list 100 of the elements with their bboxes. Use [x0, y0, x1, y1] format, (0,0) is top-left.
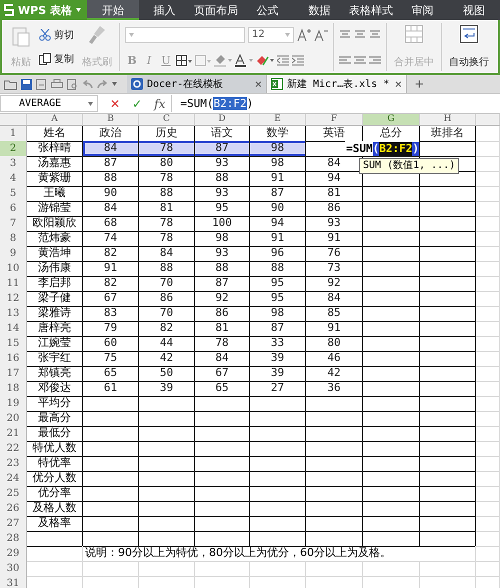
row-header[interactable]: 19 [0, 396, 27, 412]
row-header[interactable]: 16 [0, 351, 27, 367]
row-header[interactable]: 7 [0, 216, 27, 232]
row-header[interactable]: 10 [0, 261, 27, 277]
table-cell [306, 426, 363, 442]
border-icon[interactable] [176, 54, 192, 67]
row-header[interactable]: 18 [0, 381, 27, 397]
cell-style-icon[interactable] [195, 54, 211, 67]
menu-tab[interactable]: 表格样式 [345, 0, 397, 20]
app-menu-button[interactable]: WPS 表格 [0, 0, 87, 20]
caret-icon[interactable] [88, 102, 93, 106]
align-text-icon[interactable] [369, 30, 381, 38]
row-header[interactable]: 4 [0, 171, 27, 187]
table-cell: 79 [83, 321, 139, 337]
name-box[interactable]: AVERAGE [0, 95, 98, 112]
new-tab-button[interactable]: + [407, 75, 432, 93]
row-header[interactable]: 2 [0, 141, 27, 157]
column-header[interactable]: A [27, 114, 83, 125]
row-header[interactable]: 5 [0, 186, 27, 202]
table-cell [363, 471, 420, 487]
column-header[interactable]: G [363, 114, 420, 125]
row-header[interactable]: 13 [0, 306, 27, 322]
table-cell [420, 216, 476, 232]
cancel-button[interactable]: ✕ [104, 96, 126, 110]
increase-indent-icon[interactable] [292, 55, 304, 66]
align-center-icon[interactable] [354, 56, 366, 64]
menu-tab[interactable]: 公式 [242, 0, 294, 20]
row-header[interactable]: 12 [0, 291, 27, 307]
close-tab-button[interactable]: × [394, 77, 402, 91]
export-icon[interactable] [36, 78, 47, 90]
row-header[interactable]: 24 [0, 471, 27, 487]
table-cell [363, 531, 420, 547]
redo-icon[interactable] [97, 80, 108, 88]
menu-tab[interactable]: 数据 [294, 0, 346, 20]
column-header[interactable]: B [83, 114, 139, 125]
row-header[interactable]: 14 [0, 321, 27, 337]
table-cell: 46 [306, 351, 363, 367]
document-tab[interactable]: Docer-在线模板 × [127, 75, 267, 93]
fill-color-icon[interactable] [214, 54, 232, 68]
align-text-icon[interactable] [354, 30, 366, 38]
column-header[interactable]: E [250, 114, 306, 125]
caret-icon[interactable] [76, 8, 81, 12]
align-text-icon[interactable] [339, 30, 351, 38]
row-header[interactable]: 21 [0, 426, 27, 442]
row-header[interactable]: 29 [0, 546, 27, 562]
menu-tab[interactable]: 审阅 [396, 0, 448, 20]
confirm-button[interactable]: ✓ [126, 96, 148, 110]
menu-tab[interactable]: 视图 [448, 0, 500, 20]
wrap-text-button[interactable]: 自动换行 [447, 23, 491, 71]
cut-button[interactable]: 剪切 [37, 28, 76, 42]
shrink-font-icon[interactable] [314, 28, 328, 42]
column-header[interactable]: H [420, 114, 476, 125]
clear-format-icon[interactable] [256, 54, 274, 68]
grow-font-icon[interactable] [297, 28, 311, 42]
row-header[interactable]: 11 [0, 276, 27, 292]
print-icon[interactable] [51, 78, 63, 90]
formula-field[interactable]: =SUM(B2:F2) [171, 95, 500, 112]
font-size-field[interactable]: 12 [248, 26, 294, 43]
row-header[interactable]: 22 [0, 441, 27, 457]
column-header[interactable]: D [195, 114, 250, 125]
table-cell [250, 396, 306, 412]
menu-tab[interactable]: 页面布局 [190, 0, 242, 20]
row-header[interactable]: 1 [0, 126, 27, 142]
preview-icon[interactable] [67, 78, 78, 90]
align-left-icon[interactable] [339, 56, 351, 64]
row-header[interactable]: 30 [0, 561, 27, 577]
font-name-field[interactable] [125, 26, 245, 43]
menu-tab[interactable]: 插入 [138, 0, 190, 20]
column-header[interactable]: C [139, 114, 195, 125]
caret-icon[interactable] [112, 82, 117, 86]
table-cell: 88 [139, 186, 195, 202]
undo-icon[interactable] [82, 80, 93, 88]
decrease-indent-icon[interactable] [277, 55, 289, 66]
table-cell: 优分人数 [27, 471, 83, 487]
save-icon[interactable] [21, 78, 32, 90]
row-header[interactable]: 6 [0, 201, 27, 217]
row-header[interactable]: 17 [0, 366, 27, 382]
row-header[interactable]: 23 [0, 456, 27, 472]
table-cell [363, 411, 420, 427]
row-header[interactable]: 3 [0, 156, 27, 172]
align-right-icon[interactable] [369, 56, 381, 64]
table-cell [476, 141, 500, 157]
row-header[interactable]: 9 [0, 246, 27, 262]
row-header[interactable]: 25 [0, 486, 27, 502]
row-header[interactable]: 15 [0, 336, 27, 352]
row-header[interactable]: 26 [0, 501, 27, 517]
row-header[interactable]: 28 [0, 531, 27, 547]
document-tab[interactable]: 新建 Micr…表.xls * × [267, 75, 407, 93]
menu-tab[interactable]: 开始 [87, 0, 139, 20]
row-header[interactable]: 20 [0, 411, 27, 427]
row-header[interactable]: 8 [0, 231, 27, 247]
cell-editor[interactable]: =SUM(B2:F2) [345, 141, 419, 156]
copy-button[interactable]: 复制 [37, 52, 76, 66]
close-tab-button[interactable]: × [254, 77, 262, 91]
font-color-icon[interactable] [235, 54, 253, 68]
insert-function-button[interactable]: fx [148, 96, 172, 110]
row-header[interactable]: 27 [0, 516, 27, 532]
row-header[interactable]: 31 [0, 576, 27, 588]
folder-icon[interactable] [4, 78, 17, 90]
table-cell [420, 531, 476, 547]
